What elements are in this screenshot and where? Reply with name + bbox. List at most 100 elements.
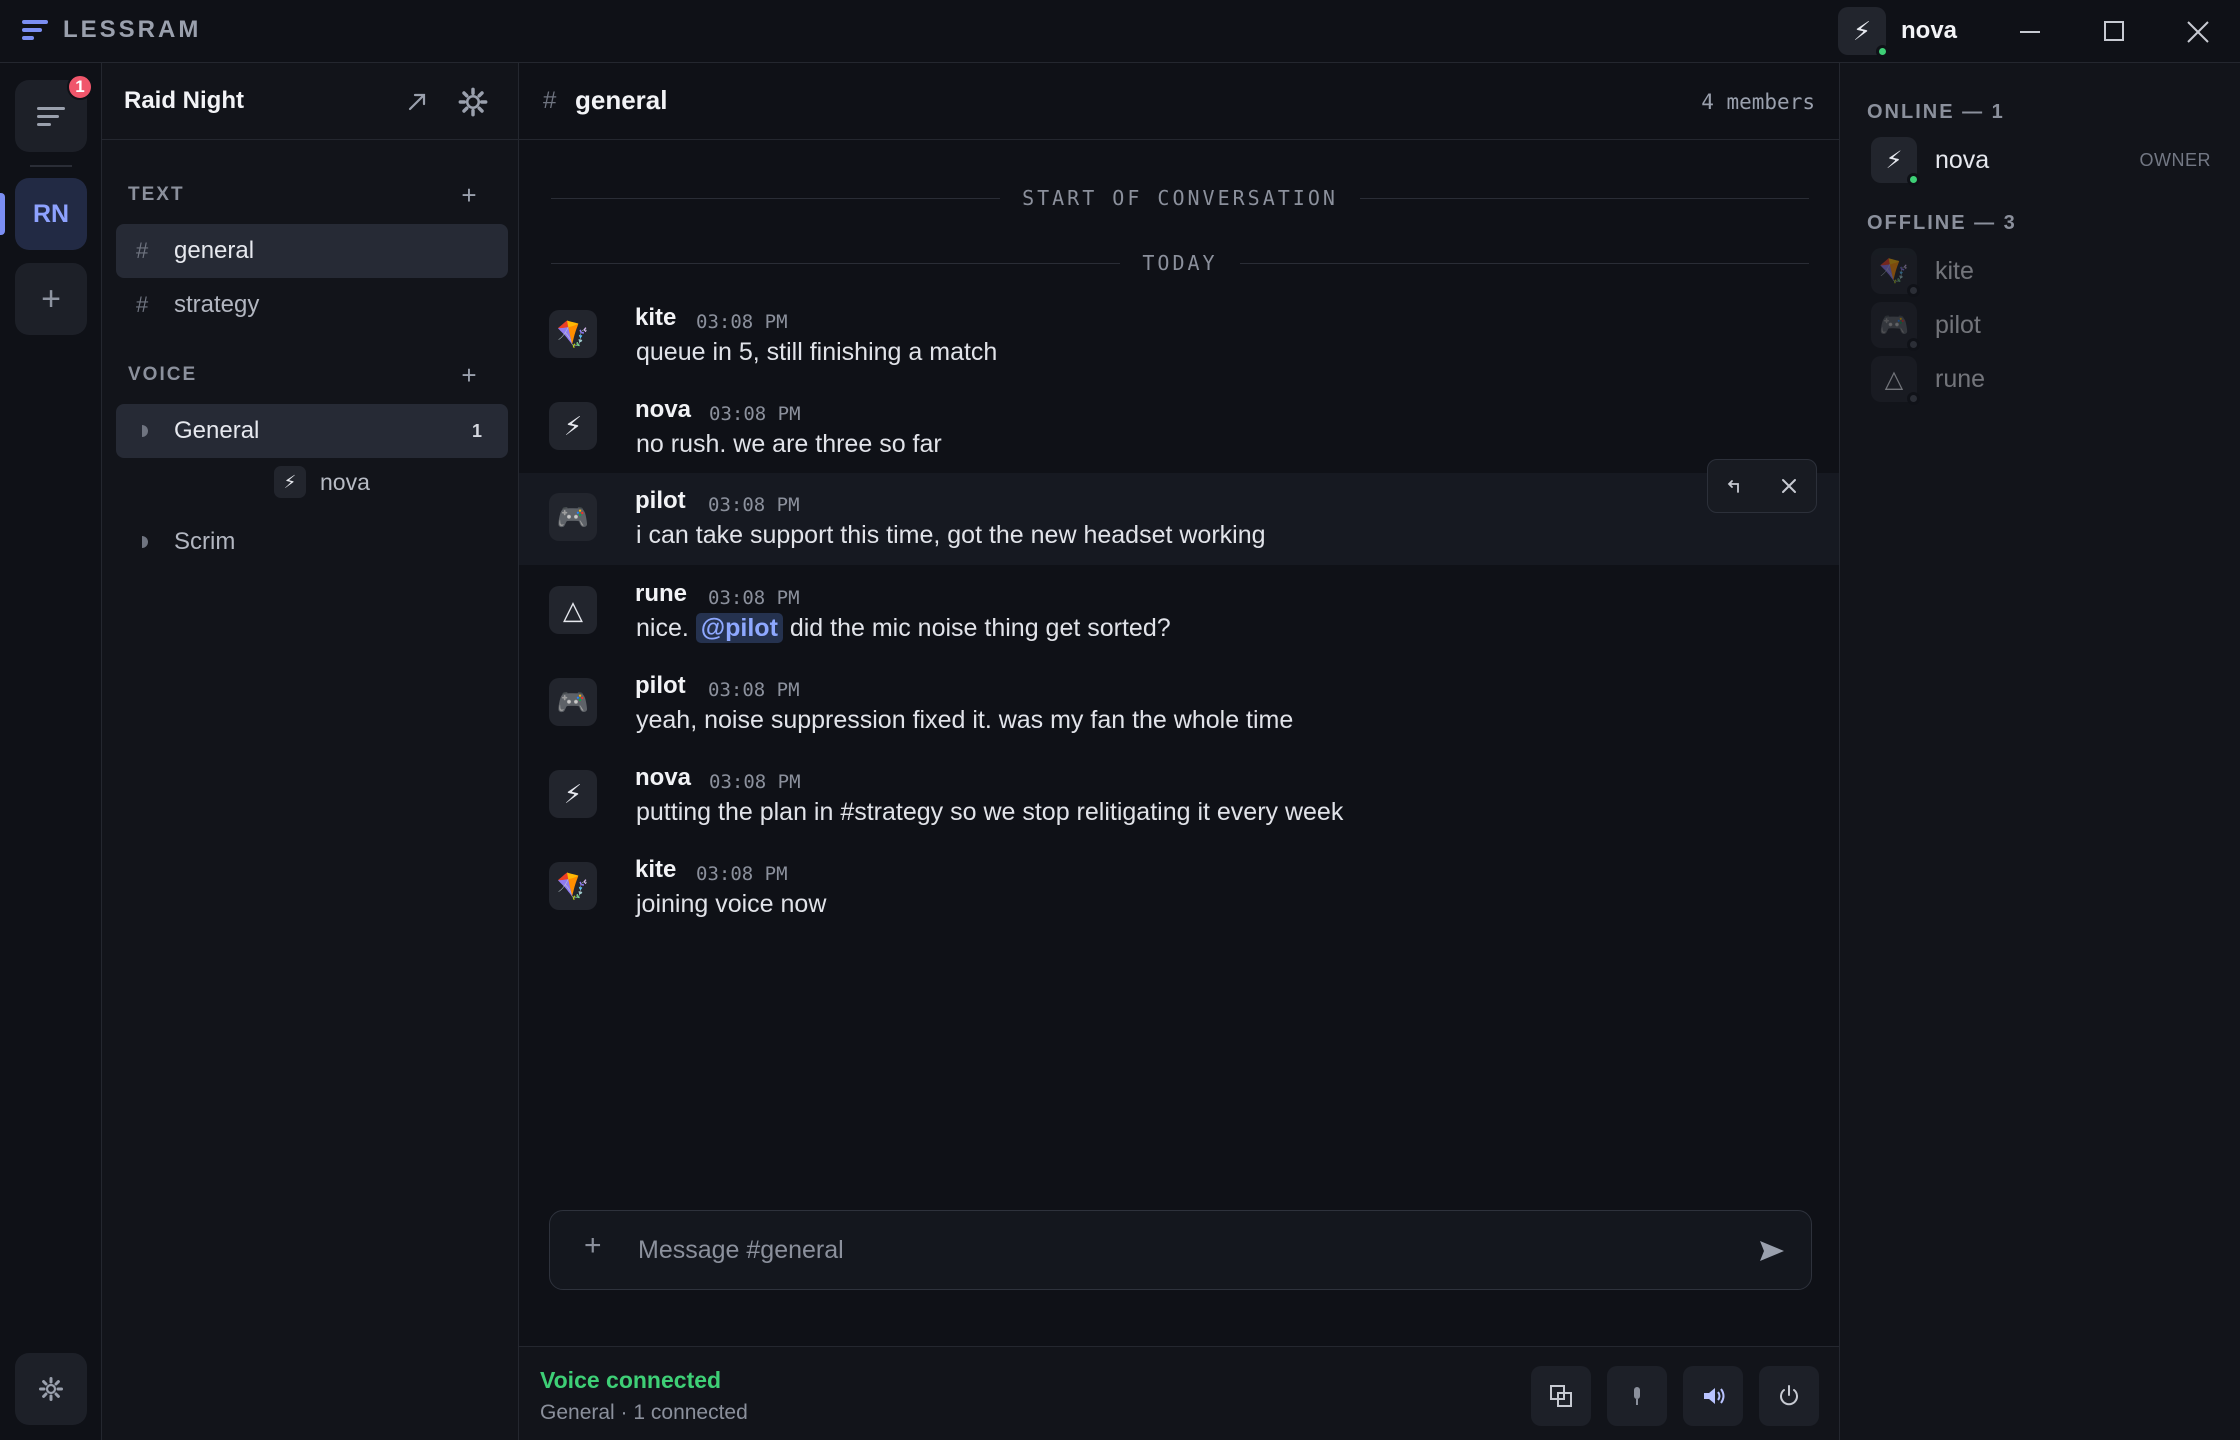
disconnect-voice-button[interactable] bbox=[1759, 1366, 1819, 1426]
current-user-chip[interactable]: ⚡ nova bbox=[1838, 7, 1957, 58]
author-avatar[interactable]: 🎮 bbox=[549, 493, 597, 541]
message[interactable]: 🎮 pilot 03:08 PM i can take support this… bbox=[519, 473, 1839, 565]
online-group-header: ONLINE — 1 bbox=[1867, 101, 2005, 123]
add-voice-channel-button[interactable]: + bbox=[454, 360, 484, 391]
message[interactable]: 🪁 kite 03:08 PM joining voice now bbox=[519, 850, 1839, 942]
speaker-volume-icon bbox=[1704, 1388, 1725, 1404]
close-icon bbox=[2187, 21, 2209, 43]
offline-status-dot bbox=[1907, 392, 1920, 405]
member-avatar: 🎮 bbox=[1871, 302, 1920, 351]
user-avatar-icon: ⚡ bbox=[1852, 15, 1872, 46]
hash-icon: # bbox=[543, 87, 557, 114]
power-icon bbox=[1780, 1385, 1798, 1406]
message-author[interactable]: pilot bbox=[635, 672, 686, 700]
member-name: nova bbox=[1935, 145, 1990, 174]
message-author[interactable]: rune bbox=[635, 580, 687, 608]
message-text: nice. @pilot did the mic noise thing get… bbox=[636, 613, 1171, 643]
author-avatar[interactable]: 🪁 bbox=[549, 310, 597, 358]
voice-channel-general[interactable]: General 1 bbox=[116, 404, 508, 458]
mute-microphone-button[interactable] bbox=[1607, 1366, 1667, 1426]
close-window-button[interactable] bbox=[2176, 10, 2220, 54]
message-author[interactable]: pilot bbox=[635, 487, 686, 515]
channel-name: general bbox=[174, 237, 255, 264]
minimize-button[interactable] bbox=[2008, 10, 2052, 54]
deafen-button[interactable] bbox=[1683, 1366, 1743, 1426]
message-time: 03:08 PM bbox=[708, 587, 800, 609]
app-name: LESSRAM bbox=[63, 16, 202, 43]
close-icon[interactable] bbox=[1776, 473, 1802, 499]
message[interactable]: ⚡ nova 03:08 PM putting the plan in #str… bbox=[519, 758, 1839, 850]
members-count[interactable]: 4 members bbox=[1701, 90, 1815, 114]
author-avatar[interactable]: ⚡ bbox=[549, 402, 597, 450]
member-name: pilot bbox=[1935, 310, 1981, 339]
member-avatar: 🪁 bbox=[1871, 248, 1920, 297]
screen-share-icon bbox=[1550, 1385, 1572, 1407]
maximize-button[interactable] bbox=[2092, 10, 2136, 54]
message-time: 03:08 PM bbox=[708, 679, 800, 701]
server-name: Raid Night bbox=[124, 87, 244, 114]
app-logo-icon bbox=[22, 20, 52, 42]
message[interactable]: 🪁 kite 03:08 PM queue in 5, still finish… bbox=[519, 298, 1839, 390]
message-text: yeah, noise suppression fixed it. was my… bbox=[636, 706, 1294, 734]
message-time: 03:08 PM bbox=[709, 403, 801, 425]
screen-share-button[interactable] bbox=[1531, 1366, 1591, 1426]
message-author[interactable]: kite bbox=[635, 304, 676, 332]
server-settings-gear-icon[interactable] bbox=[458, 87, 488, 117]
date-divider: TODAY bbox=[551, 248, 1809, 278]
message-input[interactable] bbox=[638, 1225, 1738, 1275]
chat-header: # general 4 members bbox=[519, 63, 1839, 140]
speaker-icon bbox=[142, 536, 148, 548]
message-time: 03:08 PM bbox=[709, 771, 801, 793]
invite-link-icon[interactable] bbox=[402, 87, 432, 117]
author-avatar[interactable]: 🎮 bbox=[549, 678, 597, 726]
voice-status-bar: Voice connected General · 1 connected bbox=[519, 1346, 1839, 1440]
selected-server-indicator bbox=[0, 193, 5, 235]
message-actions bbox=[1707, 459, 1817, 513]
member-pilot[interactable]: 🎮 pilot bbox=[1871, 301, 2231, 351]
message-text: joining voice now bbox=[636, 890, 827, 918]
add-text-channel-button[interactable]: + bbox=[454, 180, 484, 211]
send-icon[interactable] bbox=[1756, 1235, 1788, 1267]
message-author[interactable]: nova bbox=[635, 396, 691, 424]
voice-member-avatar: ⚡ bbox=[274, 466, 306, 498]
message[interactable]: △ rune 03:08 PM nice. @pilot did the mic… bbox=[519, 574, 1839, 666]
add-server-button[interactable]: + bbox=[15, 263, 87, 335]
title-bar: LESSRAM ⚡ nova bbox=[0, 0, 2240, 63]
home-button[interactable]: 1 bbox=[15, 74, 93, 152]
message[interactable]: 🎮 pilot 03:08 PM yeah, noise suppression… bbox=[519, 666, 1839, 758]
member-kite[interactable]: 🪁 kite bbox=[1871, 247, 2231, 297]
voice-channel-scrim[interactable]: Scrim bbox=[116, 515, 508, 569]
server-raid-night-button[interactable]: RN bbox=[15, 178, 87, 250]
channel-general[interactable]: # general bbox=[116, 224, 508, 278]
voice-member-name: nova bbox=[320, 468, 370, 495]
reply-icon[interactable] bbox=[1722, 473, 1748, 499]
member-name: rune bbox=[1935, 364, 1986, 393]
server-header: Raid Night bbox=[102, 63, 518, 140]
user-mention[interactable]: @pilot bbox=[695, 613, 783, 643]
message-author[interactable]: kite bbox=[635, 856, 676, 884]
user-avatar: ⚡ bbox=[1838, 7, 1889, 58]
hash-icon: # bbox=[136, 238, 149, 263]
divider-label: TODAY bbox=[1142, 251, 1218, 275]
voice-member-nova[interactable]: ⚡ nova bbox=[274, 466, 370, 498]
message-author[interactable]: nova bbox=[635, 764, 691, 792]
attach-button[interactable]: + bbox=[584, 1229, 602, 1263]
member-nova[interactable]: ⚡ nova OWNER bbox=[1871, 136, 2231, 186]
minimize-icon bbox=[2020, 31, 2040, 33]
voice-channel-name: General bbox=[174, 417, 260, 444]
offline-status-dot bbox=[1907, 284, 1920, 297]
server-rail: 1 RN + bbox=[0, 63, 102, 1440]
message[interactable]: ⚡ nova 03:08 PM no rush. we are three so… bbox=[519, 390, 1839, 482]
author-avatar[interactable]: △ bbox=[549, 586, 597, 634]
author-avatar[interactable]: ⚡ bbox=[549, 770, 597, 818]
author-avatar[interactable]: 🪁 bbox=[549, 862, 597, 910]
voice-channel-name: Scrim bbox=[174, 528, 236, 555]
maximize-icon bbox=[2104, 21, 2124, 41]
settings-button[interactable] bbox=[15, 1353, 87, 1425]
message-time: 03:08 PM bbox=[708, 494, 800, 516]
message-time: 03:08 PM bbox=[696, 311, 788, 333]
message-text: i can take support this time, got the ne… bbox=[636, 521, 1266, 549]
rail-divider bbox=[30, 165, 72, 167]
member-rune[interactable]: △ rune bbox=[1871, 355, 2231, 405]
channel-strategy[interactable]: # strategy bbox=[116, 278, 508, 332]
